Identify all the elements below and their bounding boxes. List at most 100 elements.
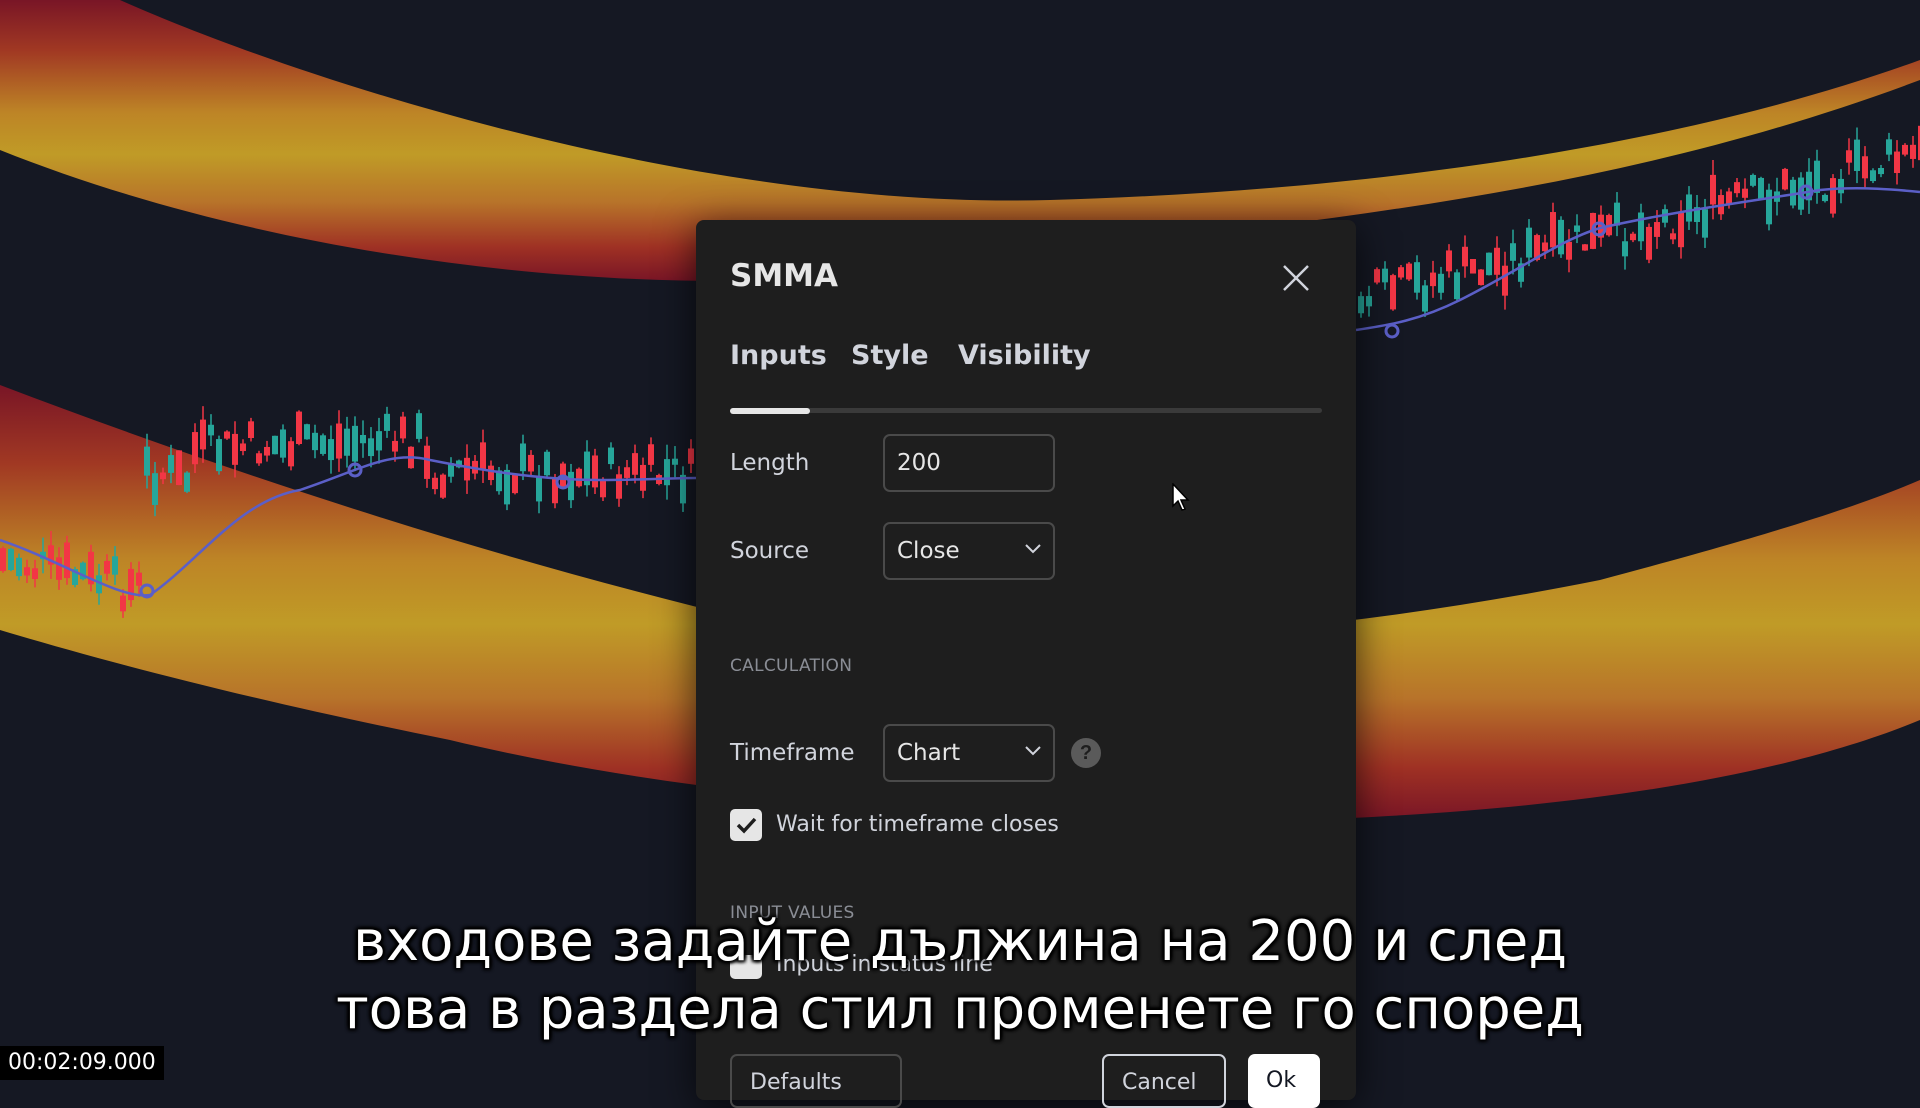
candle-body (664, 459, 670, 486)
candle-body (1470, 259, 1476, 274)
candle-body (1446, 250, 1452, 272)
candle-body (1382, 268, 1388, 283)
candle-body (1790, 179, 1796, 206)
subtitle-line-2: това в раздела стил променете го според (336, 977, 1584, 1042)
candle-body (1654, 222, 1660, 237)
candle-body (1782, 168, 1788, 190)
candle-body (0, 548, 6, 572)
source-select[interactable]: Close (883, 522, 1055, 580)
candle-body (424, 445, 430, 479)
candle-body (176, 450, 182, 486)
ok-button[interactable]: Ok (1248, 1054, 1320, 1108)
candle-body (672, 458, 678, 465)
close-button[interactable] (1278, 260, 1314, 296)
tab-inputs[interactable]: Inputs (730, 340, 827, 371)
candle-body (536, 476, 542, 502)
question-icon[interactable]: ? (1071, 738, 1101, 768)
candle-body (192, 432, 198, 465)
candle-body (1582, 244, 1588, 251)
candle-body (312, 432, 318, 451)
defaults-button[interactable]: Defaults (730, 1054, 902, 1108)
candle-body (24, 567, 30, 576)
candle-body (336, 423, 342, 459)
candle-body (1614, 202, 1620, 226)
candle-body (1390, 275, 1396, 310)
candle-body (544, 451, 550, 476)
candle-body (528, 454, 534, 472)
candle-body (8, 548, 14, 571)
length-field[interactable] (883, 434, 1055, 492)
candle-body (128, 568, 134, 601)
candle-body (1358, 296, 1364, 314)
candle-body (1838, 178, 1844, 194)
candle-body (360, 434, 366, 444)
candle-body (400, 416, 406, 439)
timeframe-label: Timeframe (730, 740, 855, 766)
candle-body (256, 453, 262, 464)
candle-body (1398, 267, 1404, 278)
candle-body (1462, 246, 1468, 267)
candle-body (1454, 272, 1460, 300)
candle-body (296, 411, 302, 445)
candle-body (1414, 262, 1420, 293)
candle-body (592, 455, 598, 488)
tab-bar: Inputs Style Visibility (730, 340, 1322, 414)
candle-body (1486, 252, 1492, 276)
candle-body (1854, 139, 1860, 171)
candle-body (496, 470, 502, 492)
candle-body (432, 477, 438, 490)
candle-body (152, 473, 158, 505)
candle-body (1422, 285, 1428, 312)
candle-body (1686, 194, 1692, 222)
tab-style[interactable]: Style (851, 340, 929, 371)
candle-body (1870, 170, 1876, 182)
candle-body (1510, 243, 1516, 261)
tab-visibility[interactable]: Visibility (958, 340, 1091, 371)
candle-body (344, 428, 350, 456)
candle-body (136, 572, 142, 586)
candle-body (120, 595, 126, 612)
candle-body (264, 446, 270, 456)
candle-body (632, 453, 638, 475)
timeframe-select[interactable]: Chart (883, 724, 1055, 782)
candle-body (1750, 174, 1756, 186)
candle-body (1846, 150, 1852, 163)
candle-body (1814, 160, 1820, 193)
source-value: Close (897, 538, 960, 564)
candle-body (1894, 151, 1900, 174)
candle-body (512, 474, 518, 494)
candle-body (488, 465, 494, 481)
candle-body (288, 441, 294, 467)
candle-body (368, 438, 374, 457)
candle-body (1430, 272, 1436, 287)
candle-body (480, 442, 486, 471)
candle-body (224, 431, 230, 439)
calculation-section-title: CALCULATION (730, 656, 853, 676)
candle-body (1406, 263, 1412, 280)
candle-body (160, 472, 166, 480)
candle-body (648, 444, 654, 465)
candle-body (1734, 182, 1740, 194)
candle-body (688, 448, 694, 464)
candle-body (1910, 144, 1916, 159)
candle-body (1742, 188, 1748, 198)
candle-body (1478, 269, 1484, 286)
candle-body (1526, 227, 1532, 258)
candle-body (1878, 168, 1884, 175)
candle-body (200, 419, 206, 450)
candle-body (248, 421, 254, 438)
candle-body (1638, 212, 1644, 242)
candle-body (1366, 296, 1372, 307)
timecode: 00:02:09.000 (0, 1046, 164, 1080)
candle-body (232, 433, 238, 465)
cancel-button[interactable]: Cancel (1102, 1054, 1226, 1108)
candle-body (1622, 241, 1628, 257)
candle-body (520, 443, 526, 472)
candle-body (56, 557, 62, 580)
candle-body (616, 474, 622, 499)
candle-body (320, 435, 326, 454)
wait-for-close-checkbox[interactable] (730, 809, 762, 841)
candle-body (600, 480, 606, 498)
candle-body (1542, 242, 1548, 252)
length-input[interactable] (897, 450, 1027, 476)
